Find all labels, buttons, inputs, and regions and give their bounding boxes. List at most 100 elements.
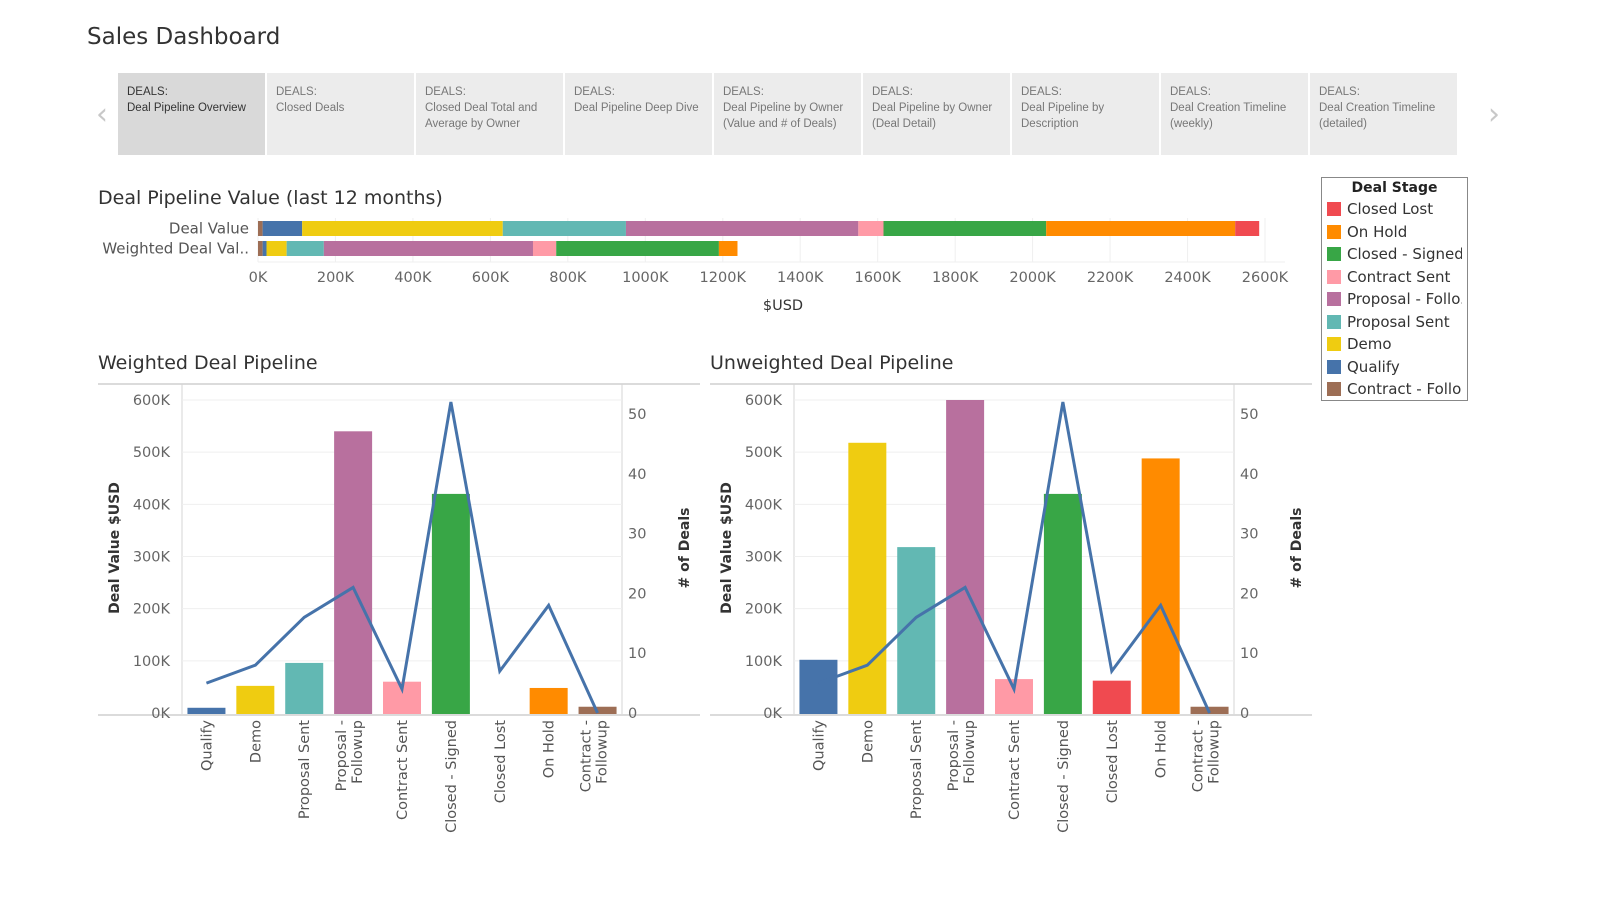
stacked-bar-segment [323,241,533,256]
stacked-bar-segment [266,241,287,256]
x-tick-label: Contract Sent [1007,720,1023,820]
stacked-bar-segment [883,221,1047,236]
stacked-bar-segment [718,241,738,256]
stacked-bar-segment [532,241,557,256]
y-tick-label: 300K [133,550,171,566]
x-tick-label: Proposal - [946,720,962,791]
x-tick-label: 600K [472,270,510,286]
x-tick-label: Proposal Sent [297,720,313,819]
x-axis-title: $USD [763,298,803,314]
stacked-bar-segment [258,241,263,256]
y-tick-label: 300K [745,550,783,566]
x-tick-label: Contract - [1191,720,1207,792]
x-tick-label: Closed - Signed [444,720,460,833]
legend-swatch [1327,314,1341,329]
legend-swatch [1327,202,1341,217]
legend-swatch [1327,247,1341,262]
stacked-bar-segment [262,241,267,256]
x-tick-label: Contract Sent [395,720,411,820]
y-tick-label: 400K [133,497,171,513]
x-tick-label: Demo [248,720,264,763]
pipeline-value-chart: 0K 200K 400K 600K 800K 1000K 1200K 1400K 1600K 18… [102,218,1289,314]
bar [285,662,324,714]
y2-tick-label: 0 [1240,706,1249,722]
legend-swatch [1327,292,1341,307]
bar [1141,458,1180,714]
legend-item[interactable]: On Hold [1327,221,1462,244]
y2-axis-title: # of Deals [1289,508,1305,589]
legend-label: On Hold [1347,222,1408,241]
x-tick-label: 1000K [622,270,669,286]
y2-tick-label: 30 [1240,527,1258,543]
y2-tick-label: 30 [628,527,646,543]
x-tick-label: Closed Lost [493,720,509,804]
legend-item[interactable]: Proposal - Follo... [1327,288,1462,311]
legend-item[interactable]: Closed - Signed [1327,243,1462,266]
stacked-bar-segment [302,221,503,236]
x-tick-label: Demo [860,720,876,763]
legend-label: Closed - Signed [1347,245,1462,264]
stacked-bar-segment [502,221,626,236]
chart-title: Deal Pipeline Value (last 12 months) [98,187,443,209]
stacked-bar-segment [625,221,859,236]
y-tick-label: 600K [133,393,171,409]
y-tick-label: 200K [745,602,783,618]
y-tick-label: 0K [763,706,782,722]
weighted-pipeline-chart: Weighted Deal Pipeline 0K 100K 200K 300K 400K… [98,352,700,833]
y-tick-label: 400K [745,497,783,513]
y2-tick-label: 0 [628,706,637,722]
stacked-bar-segment [858,221,884,236]
dashboard-charts: Deal Pipeline Value (last 12 months) 0K 20… [98,187,1312,833]
x-tick-label: 400K [394,270,432,286]
legend-swatch [1327,337,1341,352]
y-tick-label: 200K [133,602,171,618]
stacked-bar-segment [556,241,719,256]
chart-title: Weighted Deal Pipeline [98,352,318,374]
y-axis-title: Deal Value $USD [107,482,123,614]
x-tick-label: 200K [317,270,355,286]
legend-item[interactable]: Qualify [1327,356,1462,379]
legend-label: Demo [1347,335,1392,354]
y2-tick-label: 10 [628,646,646,662]
legend-item[interactable]: Closed Lost [1327,198,1462,221]
x-tick-label: Followup [350,720,366,784]
legend-item[interactable]: Proposal Sent [1327,311,1462,334]
legend-swatch [1327,224,1341,239]
x-tick-label: Contract - [579,720,595,792]
x-tick-label: 800K [549,270,587,286]
x-tick-label: 1200K [700,270,747,286]
legend-item[interactable]: Demo [1327,333,1462,356]
x-tick-label: Closed Lost [1105,720,1121,804]
x-tick-label: 1600K [854,270,901,286]
legend-label: Contract - Follo... [1347,380,1462,399]
unweighted-pipeline-chart: Unweighted Deal Pipeline 0K 100K 200K 300K 40… [710,352,1312,833]
y2-tick-label: 40 [1240,467,1258,483]
x-tick-label: 2000K [1009,270,1056,286]
legend-label: Closed Lost [1347,200,1434,219]
legend-swatch [1327,359,1341,374]
x-tick-label: Proposal - [334,720,350,791]
x-tick-label: 1400K [777,270,824,286]
chart-title: Unweighted Deal Pipeline [710,352,953,374]
x-tick-label: 0K [249,270,268,286]
bar [334,431,373,714]
x-tick-label: Followup [1207,720,1223,784]
x-tick-label: 2200K [1087,270,1134,286]
x-tick-label: Qualify [811,720,827,771]
bar [799,659,838,714]
x-tick-label: 2600K [1242,270,1289,286]
stacked-bar-segment [258,221,263,236]
bar [946,400,985,714]
legend-label: Contract Sent [1347,267,1451,286]
legend-item[interactable]: Contract Sent [1327,266,1462,289]
legend-title: Deal Stage [1351,180,1438,196]
y-tick-label: 100K [133,654,171,670]
x-tick-label: On Hold [542,720,558,778]
bar [1043,493,1082,714]
legend-item[interactable]: Contract - Follo... [1327,378,1462,401]
y2-tick-label: 50 [628,407,646,423]
bar [236,685,275,714]
x-tick-label: On Hold [1154,720,1170,778]
bar [187,707,226,714]
legend-swatch [1327,269,1341,284]
